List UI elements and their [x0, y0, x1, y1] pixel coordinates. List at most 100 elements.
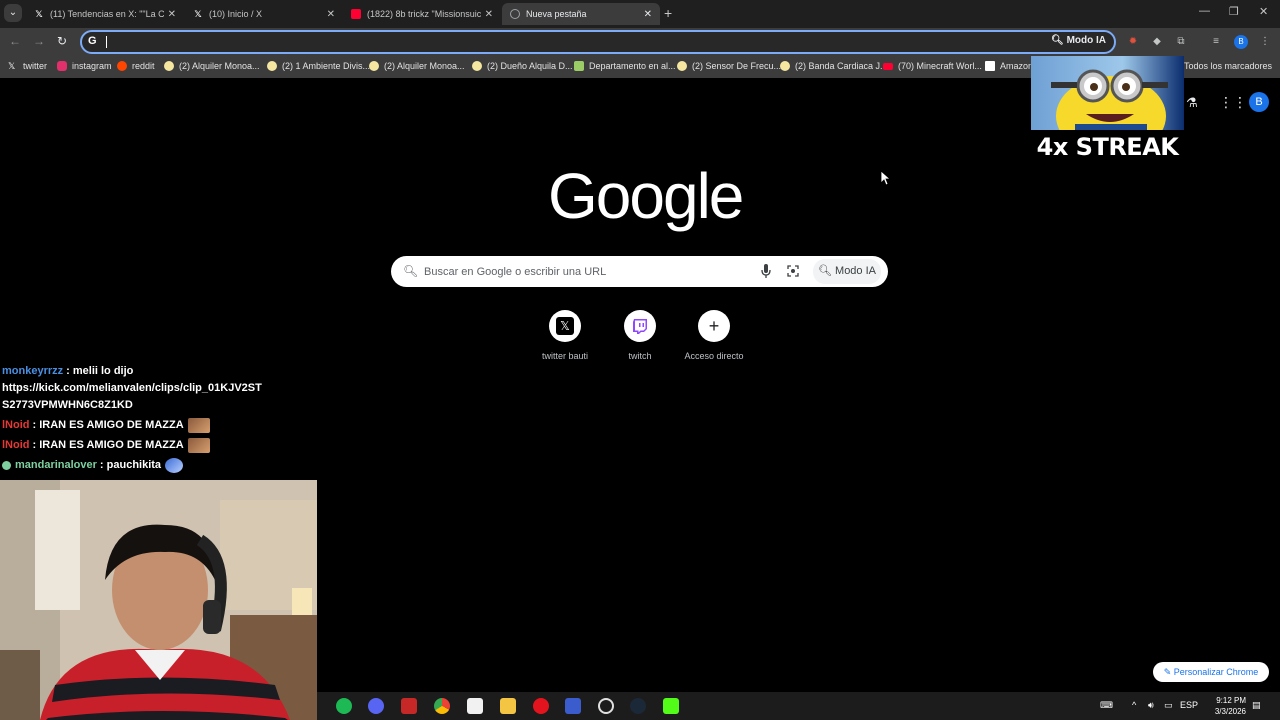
ai-mode-label: Modo IA	[835, 265, 876, 277]
youtube-icon	[351, 9, 361, 19]
marketplace-icon	[164, 61, 174, 71]
labs-flask-icon[interactable]: ⚗	[1186, 95, 1198, 111]
kick-icon[interactable]	[663, 698, 679, 714]
bookmark-item[interactable]: (70) Minecraft Worl...	[883, 61, 982, 71]
bookmark-item[interactable]: reddit	[117, 61, 155, 71]
shortcut-add[interactable]: + Acceso directo	[669, 310, 759, 361]
bookmark-item[interactable]: (2) 1 Ambiente Divis...	[267, 61, 370, 71]
tab-tendencias[interactable]: 𝕏 (11) Tendencias en X: ""La Casa ✕	[26, 3, 184, 25]
language-indicator[interactable]: ESP	[1180, 700, 1198, 710]
restore-button[interactable]: ❐	[1229, 5, 1239, 18]
close-icon[interactable]: ✕	[168, 9, 176, 20]
search-icon: 🔍︎	[403, 264, 419, 278]
account-avatar[interactable]: B	[1249, 92, 1269, 112]
streak-label: 4x STREAK	[1036, 133, 1179, 161]
obs-icon[interactable]	[598, 698, 614, 714]
ai-mode-chip[interactable]: 🔍︎ Modo IA	[1051, 35, 1106, 46]
clock-time: 9:12 PM	[1216, 696, 1246, 705]
ai-mode-button[interactable]: 🔍︎ Modo IA	[813, 259, 881, 284]
microphone-icon[interactable]	[761, 263, 771, 279]
close-icon[interactable]: ✕	[485, 9, 493, 20]
chrome-icon	[510, 9, 520, 19]
amazon-icon	[985, 61, 995, 71]
chat-username: mandarinalover	[15, 459, 97, 471]
lens-icon[interactable]	[787, 265, 799, 277]
bookmark-item[interactable]: instagram	[57, 61, 112, 71]
bookmark-item[interactable]: (2) Sensor De Frecu...	[677, 61, 781, 71]
close-window-button[interactable]: ✕	[1259, 5, 1268, 18]
volume-icon[interactable]: 🔊︎	[1148, 700, 1154, 711]
puzzle-icon[interactable]: ⧉	[1175, 36, 1187, 48]
bookmark-item[interactable]: (2) Alquiler Monoa...	[369, 61, 465, 71]
windows-taskbar: ⌨ ^ 🔊︎ ▭ ESP 9:12 PM 3/3/2026 ▤	[317, 692, 1280, 720]
google-g-icon: G	[88, 35, 97, 47]
reload-button[interactable]: ↻	[57, 34, 67, 48]
all-bookmarks-folder[interactable]: Todos los marcadores	[1184, 61, 1272, 71]
profile-avatar[interactable]: B	[1234, 35, 1248, 49]
app-icon[interactable]	[467, 698, 483, 714]
address-bar[interactable]: G 🔍︎ Modo IA	[80, 30, 1116, 54]
marketplace-icon	[780, 61, 790, 71]
keyboard-icon[interactable]: ⌨	[1100, 700, 1113, 711]
mouse-cursor-icon	[880, 170, 890, 186]
forward-button[interactable]: →	[33, 34, 45, 48]
chat-emote-icon	[165, 458, 184, 473]
extension-icon[interactable]: ◆	[1151, 36, 1163, 48]
new-tab-button[interactable]: +	[664, 5, 672, 21]
chat-text: : melii lo dijo	[66, 365, 134, 377]
discord-icon[interactable]	[368, 698, 384, 714]
chat-badge-icon	[2, 461, 11, 470]
webcam-feed	[0, 480, 317, 720]
customize-chrome-button[interactable]: ✎ Personalizar Chrome	[1153, 662, 1269, 682]
tab-title: (1822) 8b trickz "Missionsuicida	[367, 9, 481, 19]
chat-message: https://kick.com/melianvalen/clips/clip_…	[0, 380, 320, 397]
close-icon[interactable]: ✕	[327, 9, 335, 20]
bookmark-item[interactable]: (2) Alquiler Monoa...	[164, 61, 260, 71]
bookmark-item[interactable]: (2) Dueño Alquila D...	[472, 61, 573, 71]
back-button[interactable]: ←	[9, 34, 21, 48]
plus-icon: +	[708, 316, 720, 336]
minion-illustration	[1051, 69, 1168, 130]
google-logo: Google	[548, 160, 744, 232]
chat-text: https://kick.com/melianvalen/clips/clip_…	[2, 382, 262, 394]
spotify-icon[interactable]	[336, 698, 352, 714]
bookmark-item[interactable]: 𝕏twitter	[8, 61, 47, 71]
marketplace-icon	[369, 61, 379, 71]
x-icon: 𝕏	[194, 8, 202, 19]
chat-message: monkeyrrzz : melii lo dijo	[0, 363, 320, 380]
chat-username: monkeyrrzz	[2, 365, 64, 377]
minimize-button[interactable]: —	[1199, 5, 1210, 17]
notifications-icon[interactable]: ▤	[1252, 700, 1261, 711]
tab-youtube[interactable]: (1822) 8b trickz "Missionsuicida ✕	[343, 3, 501, 25]
chat-emote-icon	[187, 418, 210, 433]
close-icon[interactable]: ✕	[644, 9, 652, 20]
twitch-icon	[633, 319, 647, 334]
tab-search-button[interactable]: ⌄	[4, 4, 22, 22]
media-controls-icon[interactable]: ≡	[1210, 36, 1222, 48]
shortcut-tile: +	[698, 310, 730, 342]
chat-text: : IRAN ES AMIGO DE MAZZA	[32, 439, 184, 451]
chevron-up-icon[interactable]: ^	[1132, 700, 1136, 710]
menu-icon[interactable]: ⋮	[1259, 36, 1271, 48]
steam-icon[interactable]	[630, 698, 646, 714]
tab-nueva-pestana[interactable]: Nueva pestaña ✕	[502, 3, 660, 25]
tab-title: (10) Inicio / X	[209, 9, 263, 19]
bookmark-item[interactable]: Departamento en al...	[574, 61, 676, 71]
opera-icon[interactable]	[533, 698, 549, 714]
chat-username: lNoid	[2, 439, 30, 451]
chat-message: lNoid : IRAN ES AMIGO DE MAZZA	[0, 417, 320, 434]
chat-username: lNoid	[2, 419, 30, 431]
marketplace-icon	[677, 61, 687, 71]
x-icon: 𝕏	[35, 8, 43, 19]
tab-inicio[interactable]: 𝕏 (10) Inicio / X ✕	[185, 3, 343, 25]
bookmark-item[interactable]: (2) Banda Cardiaca J...	[780, 61, 888, 71]
app-icon[interactable]	[401, 698, 417, 714]
search-box[interactable]: 🔍︎ Buscar en Google o escribir una URL 🔍…	[391, 256, 888, 287]
chrome-icon[interactable]	[434, 698, 450, 714]
extension-icon[interactable]: ✹	[1127, 36, 1139, 48]
app-icon[interactable]	[565, 698, 581, 714]
network-icon[interactable]: ▭	[1164, 700, 1173, 711]
bookmark-item[interactable]: Amazon	[985, 61, 1033, 71]
folder-icon[interactable]	[500, 698, 516, 714]
system-clock[interactable]: 9:12 PM 3/3/2026	[1206, 695, 1246, 717]
